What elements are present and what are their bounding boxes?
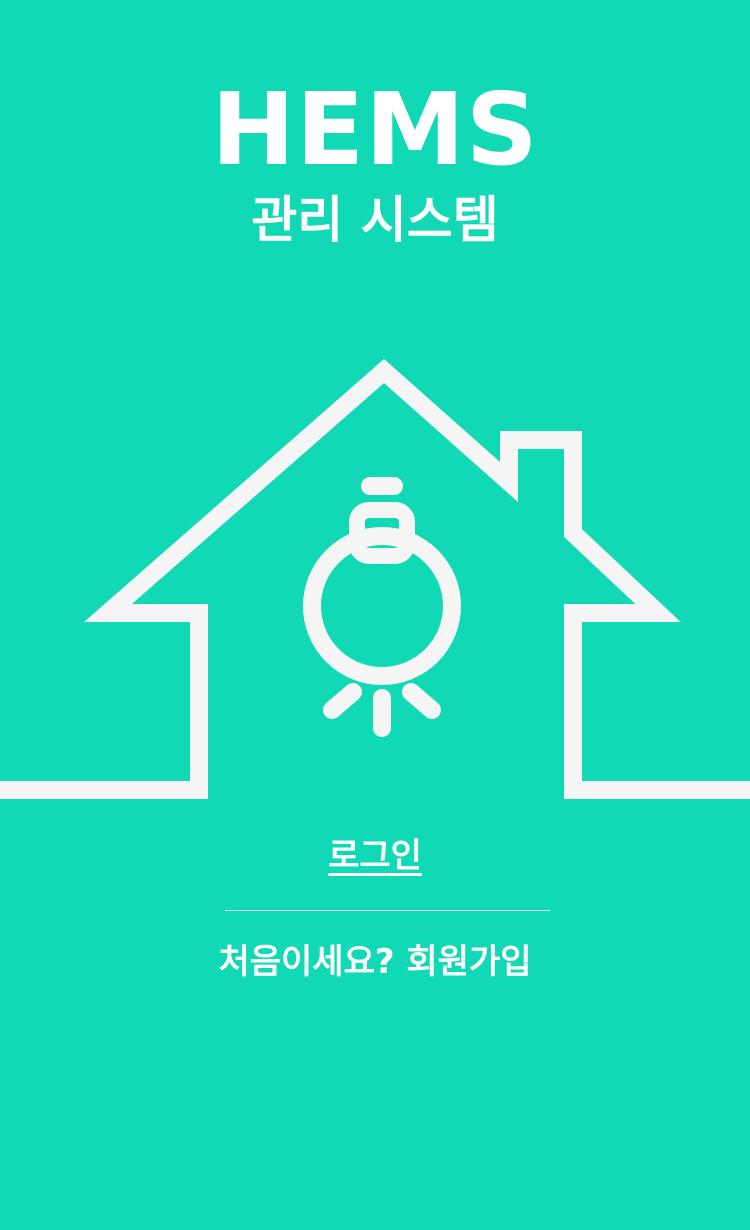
signup-link[interactable]: 처음이세요? 회원가입 <box>0 938 750 986</box>
login-link[interactable]: 로그인 <box>0 832 750 880</box>
lightbulb-icon <box>303 477 461 737</box>
house-lightbulb-icon <box>0 358 750 799</box>
divider <box>225 910 550 911</box>
app-title: HEMS <box>211 71 539 188</box>
app-subtitle: 관리 시스템 <box>251 191 499 249</box>
